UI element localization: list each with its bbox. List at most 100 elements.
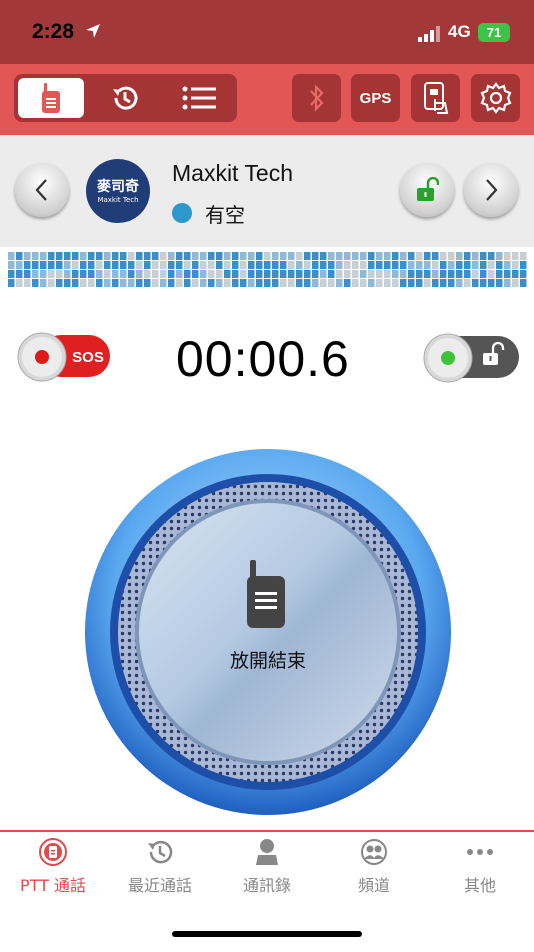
meter-cell [80, 270, 87, 278]
meter-cell [40, 252, 47, 260]
meter-cell [440, 252, 447, 260]
sos-toggle[interactable]: SOS [16, 331, 112, 383]
gps-label: GPS [359, 89, 392, 107]
tab-ptt[interactable]: PTT 通話 [0, 836, 106, 896]
chevron-right-icon [486, 179, 498, 201]
meter-cell [272, 270, 279, 278]
meter-cell [288, 261, 295, 269]
meter-cell [424, 270, 431, 278]
meter-cell [480, 270, 487, 278]
tab-contacts[interactable]: 通訊錄 [214, 836, 320, 896]
meter-cell [304, 252, 311, 260]
meter-cell [40, 261, 47, 269]
meter-cell [488, 252, 495, 260]
meter-cell [88, 252, 95, 260]
meter-cell [232, 252, 239, 260]
gps-button[interactable]: GPS [351, 74, 400, 122]
phone-touch-button[interactable] [411, 74, 460, 122]
meter-cell [160, 270, 167, 278]
meter-cell [416, 252, 423, 260]
meter-cell [232, 261, 239, 269]
meter-cell [80, 279, 87, 287]
meter-cell [144, 261, 151, 269]
meter-cell [360, 270, 367, 278]
meter-cell [104, 261, 111, 269]
meter-cell [312, 279, 319, 287]
segment-history[interactable] [92, 78, 158, 118]
meter-cell [216, 252, 223, 260]
meter-cell [368, 279, 375, 287]
meter-cell [240, 261, 247, 269]
meter-cell [344, 270, 351, 278]
meter-cell [256, 270, 263, 278]
meter-cell [176, 252, 183, 260]
meter-cell [312, 252, 319, 260]
avatar: 麥司奇 Maxkit Tech [86, 159, 150, 223]
tab-more[interactable]: 其他 [427, 836, 533, 896]
audio-level-meter [8, 252, 527, 287]
meter-cell [104, 279, 111, 287]
more-icon [467, 849, 493, 855]
history-icon [113, 86, 138, 110]
meter-cell [224, 252, 231, 260]
meter-cell [120, 261, 127, 269]
meter-cell [176, 270, 183, 278]
tab-recent-calls[interactable]: 最近通話 [107, 836, 213, 896]
meter-cell [176, 279, 183, 287]
lock-contact-button[interactable] [400, 163, 454, 217]
meter-cell [208, 270, 215, 278]
meter-cell [440, 270, 447, 278]
meter-cell [128, 261, 135, 269]
meter-cell [296, 252, 303, 260]
meter-cell [160, 261, 167, 269]
meter-cell [32, 261, 39, 269]
meter-cell [376, 270, 383, 278]
meter-cell [456, 279, 463, 287]
meter-cell [200, 261, 207, 269]
meter-cell [8, 279, 15, 287]
meter-cell [32, 270, 39, 278]
meter-cell [256, 279, 263, 287]
meter-cell [248, 270, 255, 278]
meter-cell [32, 252, 39, 260]
bluetooth-button[interactable] [292, 74, 341, 122]
meter-cell [104, 270, 111, 278]
segment-ptt[interactable] [18, 78, 84, 118]
segment-list[interactable] [166, 78, 232, 118]
meter-cell [376, 252, 383, 260]
meter-cell [464, 270, 471, 278]
avatar-logo-subtext: Maxkit Tech [97, 196, 139, 204]
meter-cell [248, 252, 255, 260]
meter-cell [328, 252, 335, 260]
meter-cell [480, 261, 487, 269]
meter-cell [160, 252, 167, 260]
meter-cell [128, 252, 135, 260]
signal-icon [418, 26, 440, 42]
meter-cell [192, 270, 199, 278]
meter-cell [432, 252, 439, 260]
meter-cell [136, 279, 143, 287]
meter-cell [352, 261, 359, 269]
meter-cell [488, 270, 495, 278]
meter-cell [400, 279, 407, 287]
meter-cell [296, 279, 303, 287]
meter-cell [48, 270, 55, 278]
home-indicator [172, 931, 362, 937]
meter-cell [112, 270, 119, 278]
meter-cell [384, 270, 391, 278]
lock-toggle[interactable] [421, 331, 521, 385]
walkie-talkie-icon [42, 83, 60, 113]
meter-cell [224, 270, 231, 278]
ptt-button[interactable] [84, 448, 452, 816]
meter-cell [448, 252, 455, 260]
meter-cell [424, 279, 431, 287]
meter-cell [264, 270, 271, 278]
previous-contact-button[interactable] [15, 163, 69, 217]
meter-cell [512, 252, 519, 260]
meter-cell [440, 261, 447, 269]
meter-cell [520, 270, 527, 278]
settings-button[interactable] [471, 74, 520, 122]
next-contact-button[interactable] [464, 163, 518, 217]
meter-cell [288, 270, 295, 278]
tab-channels[interactable]: 頻道 [321, 836, 427, 896]
